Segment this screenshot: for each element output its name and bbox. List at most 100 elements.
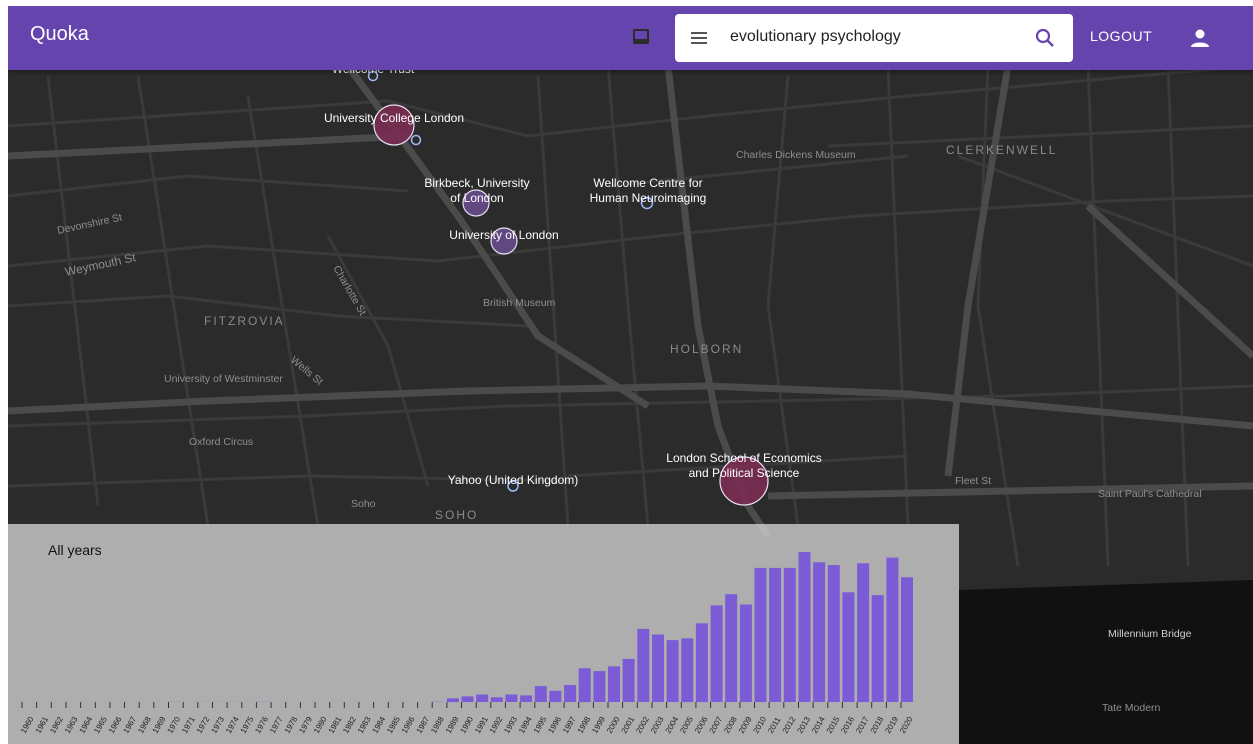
institution-label: of London: [450, 191, 503, 205]
histogram-bar[interactable]: [578, 668, 591, 703]
histogram-bar[interactable]: [652, 634, 664, 703]
x-axis-tick-label: 2014: [810, 715, 827, 735]
histogram-bar[interactable]: [739, 604, 752, 703]
x-axis-tick-label: 2020: [898, 715, 915, 735]
ticks-group: [21, 702, 902, 708]
district-label: FITZROVIA: [204, 314, 285, 328]
histogram-bar[interactable]: [446, 698, 459, 703]
x-axis-tick-label: 1972: [195, 715, 212, 735]
histogram-bar[interactable]: [608, 666, 620, 702]
x-axis-tick-label: 1976: [253, 715, 270, 735]
x-axis-tick-label: 1981: [327, 715, 344, 735]
x-axis-tick-label: 1964: [78, 715, 95, 735]
marker-ucl-small[interactable]: [410, 134, 422, 146]
x-axis-tick-label: 1998: [576, 715, 593, 735]
institution-label: Human Neuroimaging: [590, 191, 707, 205]
histogram-bar[interactable]: [681, 638, 694, 703]
search-bar[interactable]: evolutionary psychology: [675, 14, 1073, 62]
tick-labels-group: 1960196119621963196419651966196719681969…: [19, 715, 915, 735]
histogram-bar[interactable]: [520, 695, 533, 702]
x-axis-tick-label: 1987: [415, 715, 432, 735]
histogram-bar[interactable]: [754, 567, 767, 702]
place-label: Tate Modern: [1102, 702, 1161, 714]
x-axis-tick-label: 2002: [634, 715, 651, 735]
histogram-bar[interactable]: [534, 686, 547, 702]
app-header: Quoka evolutionary psychology LOGOUT: [8, 6, 1253, 70]
x-axis-tick-label: 2016: [839, 715, 856, 735]
place-label: Millennium Bridge: [1108, 628, 1192, 640]
histogram-bar[interactable]: [886, 557, 899, 702]
x-axis-tick-label: 1990: [458, 715, 475, 735]
x-axis-tick-label: 1973: [209, 715, 226, 735]
histogram-bar[interactable]: [725, 594, 738, 702]
institution-label: University College London: [324, 111, 464, 125]
x-axis-tick-label: 2000: [605, 715, 622, 735]
inbox-icon[interactable]: [632, 28, 650, 45]
account-icon[interactable]: [1188, 26, 1212, 50]
x-axis-tick-label: 1991: [473, 715, 490, 735]
x-axis-tick-label: 1989: [444, 715, 461, 735]
x-axis-tick-label: 1979: [297, 715, 314, 735]
histogram-bar[interactable]: [622, 658, 635, 702]
histogram-bar[interactable]: [666, 640, 679, 702]
x-axis-tick-label: 1982: [341, 715, 358, 735]
place-label: Charles Dickens Museum: [736, 149, 856, 161]
place-label: Soho: [351, 498, 376, 510]
histogram-bar[interactable]: [783, 567, 796, 702]
histogram-bar[interactable]: [710, 605, 723, 702]
histogram-bar[interactable]: [593, 671, 606, 702]
histogram-bar[interactable]: [901, 577, 913, 702]
district-label: HOLBORN: [670, 342, 743, 356]
search-input[interactable]: evolutionary psychology: [730, 28, 901, 46]
histogram-bar[interactable]: [549, 690, 562, 703]
histogram-bar[interactable]: [505, 694, 518, 703]
histogram-bar[interactable]: [842, 592, 855, 702]
x-axis-tick-label: 1995: [532, 715, 549, 735]
histogram-bar[interactable]: [695, 623, 708, 703]
institution-label: University of London: [449, 228, 558, 242]
x-axis-tick-label: 1985: [385, 715, 402, 735]
histogram-bar[interactable]: [769, 567, 782, 702]
app-root: CLERKENWELL FITZROVIA HOLBORN SOHO Charl…: [8, 6, 1253, 744]
histogram-bar[interactable]: [857, 563, 870, 703]
institution-label: Birkbeck, University: [424, 176, 529, 190]
search-icon[interactable]: [1033, 26, 1057, 50]
x-axis-tick-label: 1961: [34, 715, 51, 735]
place-label: Saint Paul's Cathedral: [1098, 488, 1202, 500]
app-title[interactable]: Quoka: [30, 23, 89, 46]
year-histogram-panel: 1960 1961 1962 1963 1964 1965 1966 1967 1968 1969…: [8, 524, 959, 744]
menu-icon[interactable]: [689, 28, 709, 48]
x-axis-tick-label: 1970: [165, 715, 182, 735]
x-axis-tick-label: 1969: [151, 715, 168, 735]
institution-label: Yahoo (United Kingdom): [448, 473, 579, 487]
histogram-bar[interactable]: [564, 685, 577, 702]
x-axis-tick-label: 2018: [869, 715, 886, 735]
x-axis-tick-label: 1966: [107, 715, 124, 735]
x-axis-tick-label: 1984: [371, 715, 388, 735]
histogram-bar[interactable]: [637, 628, 650, 702]
chart-title: All years: [48, 542, 102, 558]
x-axis-tick-label: 2001: [620, 715, 637, 735]
year-histogram[interactable]: 1960196119621963196419651966196719681969…: [8, 524, 959, 744]
x-axis-tick-label: 1971: [180, 715, 197, 735]
x-axis-tick-label: 2008: [722, 715, 739, 735]
x-axis-tick-label: 2010: [751, 715, 768, 735]
histogram-bar[interactable]: [827, 565, 840, 702]
x-axis-tick-label: 2004: [664, 715, 681, 735]
histogram-bar[interactable]: [490, 697, 503, 702]
histogram-bar[interactable]: [476, 694, 489, 703]
logout-button[interactable]: LOGOUT: [1090, 28, 1152, 44]
histogram-bar[interactable]: [798, 552, 811, 702]
place-label: Oxford Circus: [189, 436, 253, 448]
x-axis-tick-label: 1962: [48, 715, 65, 735]
x-axis-tick-label: 1965: [92, 715, 109, 735]
histogram-bar[interactable]: [461, 696, 474, 702]
x-axis-tick-label: 2007: [708, 715, 725, 735]
x-axis-tick-label: 1967: [121, 715, 138, 735]
x-axis-tick-label: 1999: [590, 715, 607, 735]
x-axis-tick-label: 2009: [737, 715, 754, 735]
x-axis-tick-label: 2013: [795, 715, 812, 735]
x-axis-tick-label: 1975: [239, 715, 256, 735]
histogram-bar[interactable]: [871, 595, 884, 702]
histogram-bar[interactable]: [813, 562, 826, 702]
